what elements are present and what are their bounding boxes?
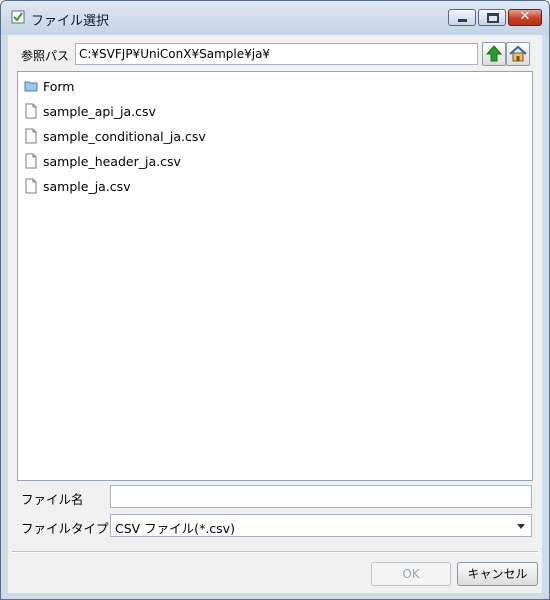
path-label: 参照パス — [21, 49, 70, 63]
maximize-icon — [487, 13, 499, 23]
home-icon — [509, 45, 527, 62]
minimize-button[interactable] — [448, 9, 476, 26]
close-icon: ✕ — [519, 9, 531, 24]
window-title: ファイル選択 — [31, 14, 110, 29]
cancel-button[interactable]: キャンセル — [457, 562, 538, 586]
file-name: sample_api_ja.csv — [43, 103, 156, 119]
list-item[interactable]: sample_header_ja.csv — [24, 151, 181, 171]
file-name: sample_header_ja.csv — [43, 153, 181, 169]
file-icon — [25, 178, 37, 194]
path-field[interactable]: C:¥SVFJP¥UniConX¥Sample¥ja¥ — [75, 43, 478, 65]
filetype-label: ファイルタイプ — [21, 521, 109, 536]
file-name: sample_ja.csv — [43, 178, 131, 194]
folder-icon — [24, 81, 38, 92]
home-button[interactable] — [506, 42, 530, 66]
maximize-button[interactable] — [478, 9, 506, 26]
filetype-select[interactable]: CSV ファイル(*.csv) — [110, 514, 532, 537]
divider — [12, 551, 538, 553]
chevron-down-icon — [517, 524, 525, 529]
list-item[interactable]: sample_ja.csv — [24, 176, 131, 196]
file-chooser-dialog: ファイル選択 ✕ 参照パス C:¥SVFJP¥UniConX¥Sample¥ja… — [0, 0, 550, 600]
dialog-body: 参照パス C:¥SVFJP¥UniConX¥Sample¥ja¥ Form sa… — [8, 35, 542, 593]
list-item[interactable]: sample_conditional_ja.csv — [24, 126, 206, 146]
app-icon — [11, 10, 25, 24]
file-icon — [25, 153, 37, 169]
filetype-selected: CSV ファイル(*.csv) — [115, 521, 235, 536]
ok-button[interactable]: OK — [371, 562, 451, 586]
close-button[interactable]: ✕ — [508, 9, 542, 26]
title-bar[interactable]: ファイル選択 ✕ — [1, 1, 549, 35]
list-item[interactable]: Form — [24, 76, 75, 96]
filename-label: ファイル名 — [21, 492, 84, 507]
up-arrow-icon — [485, 45, 503, 62]
file-name: Form — [43, 78, 75, 94]
filename-field[interactable] — [110, 485, 532, 508]
up-folder-button[interactable] — [482, 42, 506, 66]
file-icon — [25, 103, 37, 119]
list-item[interactable]: sample_api_ja.csv — [24, 101, 156, 121]
minimize-icon — [458, 19, 467, 22]
file-icon — [25, 128, 37, 144]
file-name: sample_conditional_ja.csv — [43, 128, 206, 144]
file-list[interactable]: Form sample_api_ja.csv sample_conditiona… — [17, 71, 533, 481]
